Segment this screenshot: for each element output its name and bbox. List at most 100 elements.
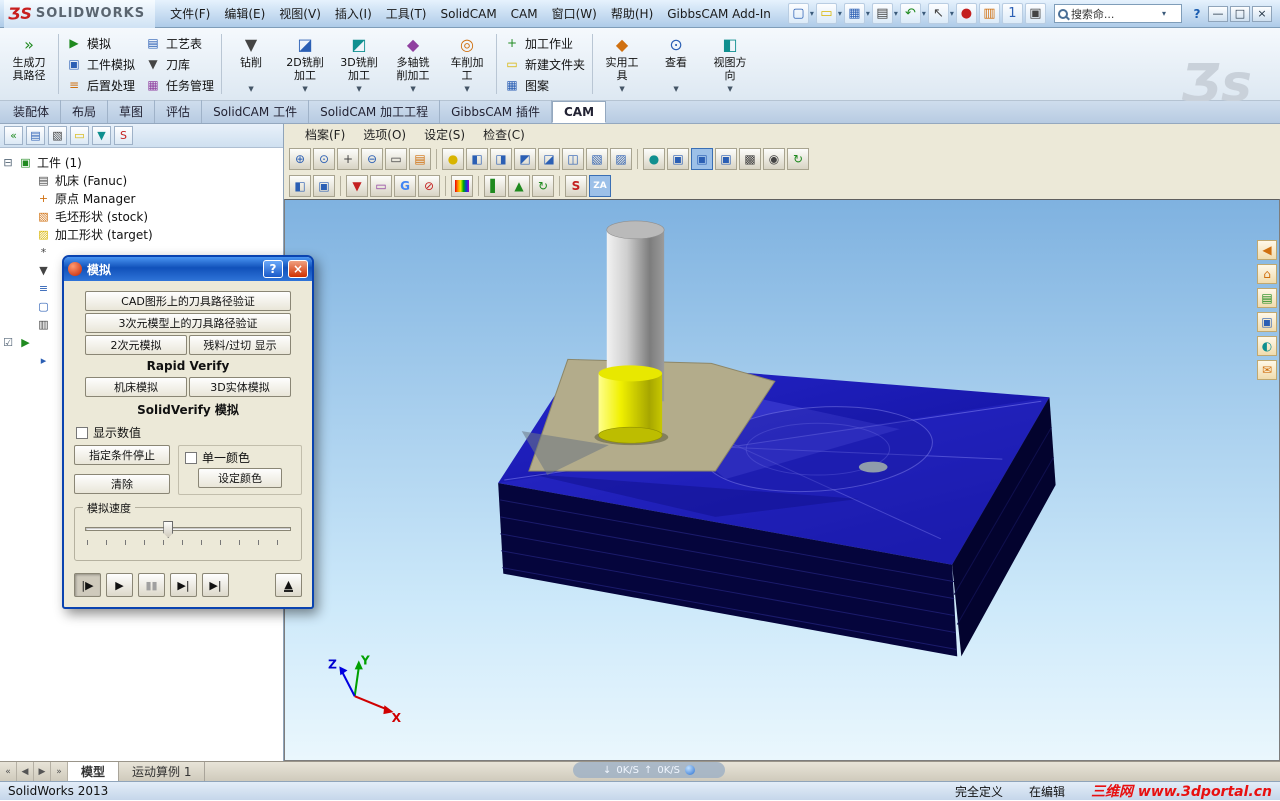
single-color-checkbox[interactable] [185,451,197,464]
options-book-button[interactable]: ▥ [978,3,1000,24]
undo-button[interactable]: ↶ ▾ [899,3,926,24]
view-back-button[interactable]: ◧ [466,147,488,170]
mill-2d-button[interactable]: ◪ 2D铣削 加工 ▼ [278,30,332,98]
menu-cam[interactable]: CAM [504,4,545,24]
task-pane-button[interactable]: ▣ [1024,3,1046,24]
menu-solidcam[interactable]: SolidCAM [433,4,503,24]
tree-item-origin-manager[interactable]: + 原点 Manager [2,189,281,207]
collapse-all-button[interactable]: « [4,126,23,145]
save-button[interactable]: ▦ ▾ [843,3,870,24]
zoom-dynamic-button[interactable]: ⊙ [313,147,335,170]
tab-solidcam-project[interactable]: SolidCAM 加工工程 [309,100,441,123]
dropdown-icon[interactable]: ▼ [302,83,307,96]
caret-icon[interactable]: ▾ [922,9,926,18]
dropdown-icon[interactable]: ▼ [464,83,469,96]
camera-button[interactable]: ◉ [763,147,785,170]
record-macro-button[interactable]: ● [955,3,977,24]
light-button[interactable]: ● [442,147,464,170]
play-step-button[interactable]: |▶ [74,573,101,597]
single-color-option[interactable]: 单一颜色 [185,449,297,466]
maximize-button[interactable]: □ [1229,5,1250,22]
tab-gibbscam-plugin[interactable]: GibbsCAM 插件 [440,100,552,123]
dropdown-icon[interactable]: ▼ [619,83,624,96]
display-1-button[interactable]: 1 [1001,3,1023,24]
dialog-help-button[interactable]: ? [263,260,283,278]
menu-tools[interactable]: 工具(T) [379,2,434,25]
close-button[interactable]: × [1251,5,1272,22]
search-caret-icon[interactable]: ▾ [1162,9,1166,18]
dropdown-icon[interactable]: ▼ [410,83,415,96]
dialog-titlebar[interactable]: 模拟 ? × [64,257,312,281]
caret-icon[interactable]: ▾ [810,9,814,18]
drill-button[interactable]: ▼ 钻削 ▼ [224,30,278,98]
solidcam-swirl-button[interactable]: S [565,174,587,197]
dropdown-icon[interactable]: ▼ [727,83,732,96]
erase-button[interactable]: ▭ [370,174,392,197]
dropdown-icon[interactable]: ▼ [673,83,678,96]
set-color-button[interactable]: 设定颜色 [198,468,282,488]
measure-button[interactable]: ▭ [385,147,407,170]
wireframe-button[interactable]: ▩ [739,147,761,170]
select-button[interactable]: ↖ ▾ [927,3,954,24]
task-manager-button[interactable]: ▦ 任务管理 [145,75,214,95]
edit-settings-button[interactable]: ▧ [48,126,67,145]
view-left-button[interactable]: ◩ [514,147,536,170]
pattern-button[interactable]: ▦ 图案 [504,75,585,95]
solidcam-manager-button[interactable]: S [114,126,133,145]
cad-toolpath-verify-button[interactable]: CAD图形上的刀具路径验证 [85,291,291,311]
minimize-button[interactable]: — [1207,5,1228,22]
play-to-break-button[interactable]: ▶| [170,573,197,597]
machining-job-button[interactable]: + 加工作业 [504,33,585,53]
play-button[interactable]: ▶ [106,573,133,597]
solid-3d-sim-button[interactable]: 3D实体模拟 [189,377,291,397]
rapid-verify-header[interactable]: Rapid Verify [74,359,302,373]
tool-display-button[interactable]: ▼ [346,174,368,197]
tree-item-stock-shape[interactable]: ▧ 毛坯形状 (stock) [2,207,281,225]
rest-material-display-button[interactable]: 残料/过切 显示 [189,335,291,355]
eject-button[interactable]: ▲ [275,573,302,597]
model-toolpath-verify-button[interactable]: 3次元模型上的刀具路径验证 [85,313,291,333]
new-folder-button[interactable]: ▭ 新建文件夹 [504,54,585,74]
utilities-button[interactable]: ◆ 实用工 具 ▼ [595,30,649,98]
menu-help[interactable]: 帮助(H) [604,2,660,25]
model-tab[interactable]: 模型 [68,762,120,781]
flyout-arrow-button[interactable]: ◀ [1257,240,1277,260]
generate-toolpath-button[interactable]: » 生成刀 具路径 [2,30,56,98]
zoom-window-button[interactable]: ⊕ [289,147,311,170]
globe-button[interactable]: ◐ [1257,336,1277,356]
folder-view-button[interactable]: ▭ [70,126,89,145]
menu-insert[interactable]: 插入(I) [328,2,379,25]
checkbox-icon[interactable]: ☑ [2,336,14,349]
simulate-button[interactable]: ▶ 模拟 [66,33,135,53]
tab-sketch[interactable]: 草图 [108,100,156,123]
dialog-close-button[interactable]: × [288,260,308,278]
expand-icon[interactable]: ⊟ [2,156,14,169]
color-bars-button[interactable] [451,174,473,197]
menu-view[interactable]: 视图(V) [272,2,328,25]
process-table-button[interactable]: ▤ 工艺表 [145,33,214,53]
print-button[interactable]: ▤ ▾ [871,3,898,24]
tab-assembly[interactable]: 装配体 [2,100,62,123]
sheet-button[interactable]: ▤ [409,147,431,170]
tool-library-button[interactable]: ▼ 刀库 [145,54,214,74]
search-box[interactable]: ▾ [1053,4,1182,23]
verify-green-button[interactable]: ▲ [508,174,530,197]
iso-view-2-button[interactable]: ▣ [691,147,713,170]
view-bottom-button[interactable]: ▧ [586,147,608,170]
post-process-button[interactable]: ≡ 后置处理 [66,75,135,95]
parts-button[interactable]: ▣ [1257,312,1277,332]
view-right-button[interactable]: ◪ [538,147,560,170]
recycle-button[interactable]: ↻ [532,174,554,197]
stop-condition-button[interactable]: 指定条件停止 [74,445,170,465]
motion-study-tab[interactable]: 运动算例 1 [119,762,206,781]
shaded-button[interactable]: ● [643,147,665,170]
face-mode-button[interactable]: ◧ [289,174,311,197]
view-button[interactable]: ⊙ 查看 ▼ [649,30,703,98]
zoom-fit-button[interactable]: ⊖ [361,147,383,170]
machine-sim-button[interactable]: 机床模拟 [85,377,187,397]
slider-thumb[interactable] [163,521,174,538]
iso-view-3-button[interactable]: ▣ [715,147,737,170]
view-front-button[interactable]: ◨ [490,147,512,170]
dropdown-icon[interactable]: ▼ [356,83,361,96]
clear-button[interactable]: 清除 [74,474,170,494]
